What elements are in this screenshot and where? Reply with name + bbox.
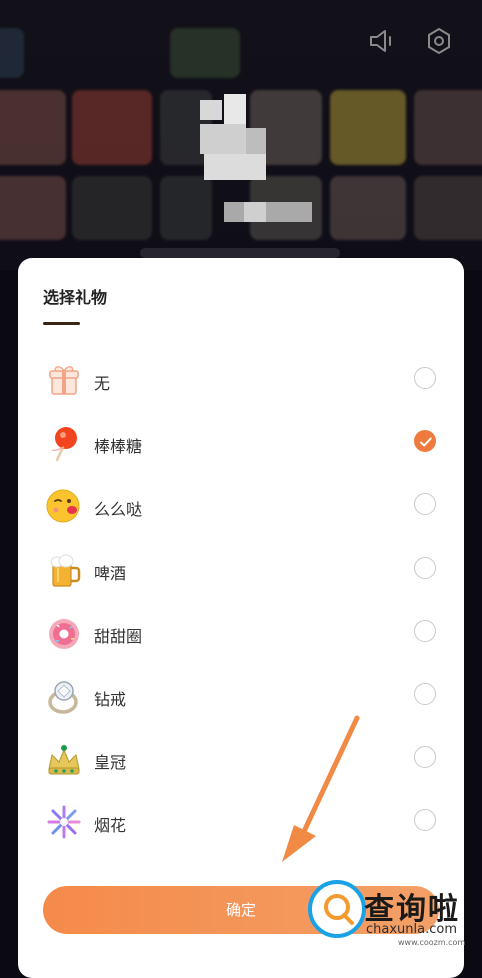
annotation-arrow (282, 715, 360, 862)
watermark-logo: 查询啦 chaxunla.com www.coozm.com (300, 870, 478, 950)
watermark-site: www.coozm.com (398, 938, 466, 947)
watermark-subtitle: chaxunla.com (366, 922, 457, 937)
magnifier-logo-icon (308, 880, 366, 938)
